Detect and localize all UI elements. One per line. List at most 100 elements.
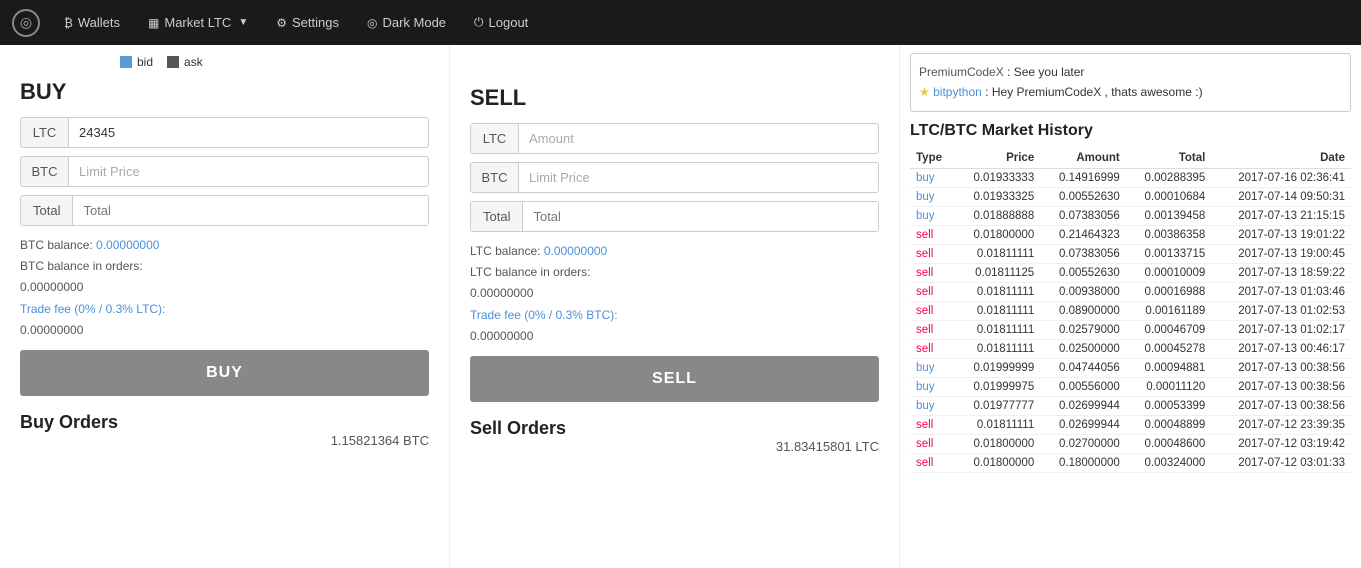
buy-ltc-prefix: LTC — [21, 118, 69, 147]
cell-type: buy — [910, 396, 955, 415]
chat-text-1: : See you later — [1007, 65, 1084, 79]
cell-amount: 0.07383056 — [1040, 244, 1126, 263]
chat-user-2[interactable]: bitpython — [933, 85, 982, 99]
sell-ltc-orders: LTC balance in orders: — [470, 263, 879, 282]
buy-ltc-input[interactable] — [69, 118, 428, 147]
cell-amount: 0.08900000 — [1040, 301, 1126, 320]
cell-type: sell — [910, 263, 955, 282]
cell-price: 0.01888888 — [955, 206, 1041, 225]
nav-wallets-label: Wallets — [78, 15, 120, 30]
cell-total: 0.00094881 — [1126, 358, 1212, 377]
sell-orders-title: Sell Orders — [470, 418, 879, 439]
buy-panel: bid ask BUY LTC BTC Total BTC balance: 0… — [0, 45, 450, 568]
cell-type: buy — [910, 187, 955, 206]
cell-type: sell — [910, 301, 955, 320]
cell-total: 0.00288395 — [1126, 168, 1212, 187]
table-body: buy 0.01933333 0.14916999 0.00288395 201… — [910, 168, 1351, 472]
sell-ltc-orders-val: 0.00000000 — [470, 286, 533, 300]
nav-darkmode[interactable]: ◎ Dark Mode — [363, 15, 450, 30]
buy-trade-fee-value: 0.00000000 — [20, 321, 429, 340]
buy-total-input[interactable] — [73, 196, 428, 225]
cell-total: 0.00048899 — [1126, 415, 1212, 434]
buy-btc-balance-value: 0.00000000 — [96, 238, 159, 252]
sell-ltc-orders-label: LTC balance in orders: — [470, 265, 591, 279]
cell-price: 0.01800000 — [955, 453, 1041, 472]
table-row: sell 0.01811111 0.02699944 0.00048899 20… — [910, 415, 1351, 434]
table-row: buy 0.01933325 0.00552630 0.00010684 201… — [910, 187, 1351, 206]
nav-settings[interactable]: ⚙ Settings — [272, 15, 343, 30]
chat-user-1: PremiumCodeX — [919, 65, 1004, 79]
table-row: buy 0.01888888 0.07383056 0.00139458 201… — [910, 206, 1351, 225]
nav-wallets[interactable]: ₿ Wallets — [60, 15, 124, 30]
sell-ltc-orders-value: 0.00000000 — [470, 284, 879, 303]
cell-type: sell — [910, 244, 955, 263]
cell-type: buy — [910, 377, 955, 396]
cell-price: 0.01811111 — [955, 320, 1041, 339]
cell-price: 0.01977777 — [955, 396, 1041, 415]
cell-date: 2017-07-12 03:01:33 — [1211, 453, 1351, 472]
sell-spacer — [470, 55, 879, 85]
cell-amount: 0.00552630 — [1040, 187, 1126, 206]
sell-title: SELL — [470, 85, 879, 111]
cell-type: sell — [910, 282, 955, 301]
cell-date: 2017-07-13 00:38:56 — [1211, 377, 1351, 396]
history-panel: PremiumCodeX : See you later ★ bitpython… — [900, 45, 1361, 568]
buy-trade-fee: Trade fee (0% / 0.3% LTC): — [20, 300, 429, 319]
cell-price: 0.01800000 — [955, 225, 1041, 244]
gear-icon: ⚙ — [276, 16, 287, 30]
sell-trade-fee: Trade fee (0% / 0.3% BTC): — [470, 306, 879, 325]
cell-price: 0.01811125 — [955, 263, 1041, 282]
cell-amount: 0.02699944 — [1040, 396, 1126, 415]
buy-total-group: Total — [20, 195, 429, 226]
cell-price: 0.01933333 — [955, 168, 1041, 187]
sell-btc-prefix: BTC — [471, 163, 519, 192]
main-container: bid ask BUY LTC BTC Total BTC balance: 0… — [0, 45, 1361, 568]
sell-total-input[interactable] — [523, 202, 878, 231]
cell-total: 0.00133715 — [1126, 244, 1212, 263]
buy-btc-input[interactable] — [69, 157, 428, 186]
buy-button[interactable]: BUY — [20, 350, 429, 396]
chat-message-1: PremiumCodeX : See you later — [919, 62, 1342, 82]
buy-btc-orders-value: 0.00000000 — [20, 278, 429, 297]
table-row: buy 0.01933333 0.14916999 0.00288395 201… — [910, 168, 1351, 187]
buy-btc-input-group: BTC — [20, 156, 429, 187]
ask-box — [167, 56, 179, 68]
cell-type: sell — [910, 434, 955, 453]
nav-darkmode-label: Dark Mode — [382, 15, 446, 30]
cell-price: 0.01999975 — [955, 377, 1041, 396]
sell-trade-fee-label: Trade fee (0% / 0.3% BTC): — [470, 308, 618, 322]
sell-button[interactable]: SELL — [470, 356, 879, 402]
cell-type: sell — [910, 339, 955, 358]
buy-btc-orders: BTC balance in orders: — [20, 257, 429, 276]
cell-total: 0.00324000 — [1126, 453, 1212, 472]
cell-amount: 0.14916999 — [1040, 168, 1126, 187]
sell-ltc-prefix: LTC — [471, 124, 519, 153]
sell-ltc-balance-value: 0.00000000 — [544, 244, 607, 258]
nav-logout-label: Logout — [489, 15, 529, 30]
cell-total: 0.00045278 — [1126, 339, 1212, 358]
sell-btc-input[interactable] — [519, 163, 878, 192]
cell-date: 2017-07-14 09:50:31 — [1211, 187, 1351, 206]
sell-ltc-input[interactable] — [519, 124, 878, 153]
cell-date: 2017-07-13 00:46:17 — [1211, 339, 1351, 358]
moon-icon: ◎ — [367, 16, 377, 30]
nav-settings-label: Settings — [292, 15, 339, 30]
cell-total: 0.00048600 — [1126, 434, 1212, 453]
table-row: sell 0.01800000 0.02700000 0.00048600 20… — [910, 434, 1351, 453]
table-header: Type Price Amount Total Date — [910, 148, 1351, 169]
nav-market[interactable]: ▦ Market LTC ▼ — [144, 15, 252, 30]
cell-date: 2017-07-16 02:36:41 — [1211, 168, 1351, 187]
legend-ask: ask — [167, 55, 203, 69]
cell-amount: 0.02500000 — [1040, 339, 1126, 358]
buy-trade-fee-val: 0.00000000 — [20, 323, 83, 337]
nav-logout[interactable]: ⏻ Logout — [470, 15, 532, 30]
cell-total: 0.00011120 — [1126, 377, 1212, 396]
chart-legend: bid ask — [100, 55, 450, 69]
cell-amount: 0.00938000 — [1040, 282, 1126, 301]
table-row: sell 0.01811111 0.07383056 0.00133715 20… — [910, 244, 1351, 263]
cell-amount: 0.00552630 — [1040, 263, 1126, 282]
wallet-icon: ₿ — [64, 16, 73, 30]
cell-amount: 0.02579000 — [1040, 320, 1126, 339]
market-icon: ▦ — [148, 16, 159, 30]
table-row: sell 0.01800000 0.18000000 0.00324000 20… — [910, 453, 1351, 472]
